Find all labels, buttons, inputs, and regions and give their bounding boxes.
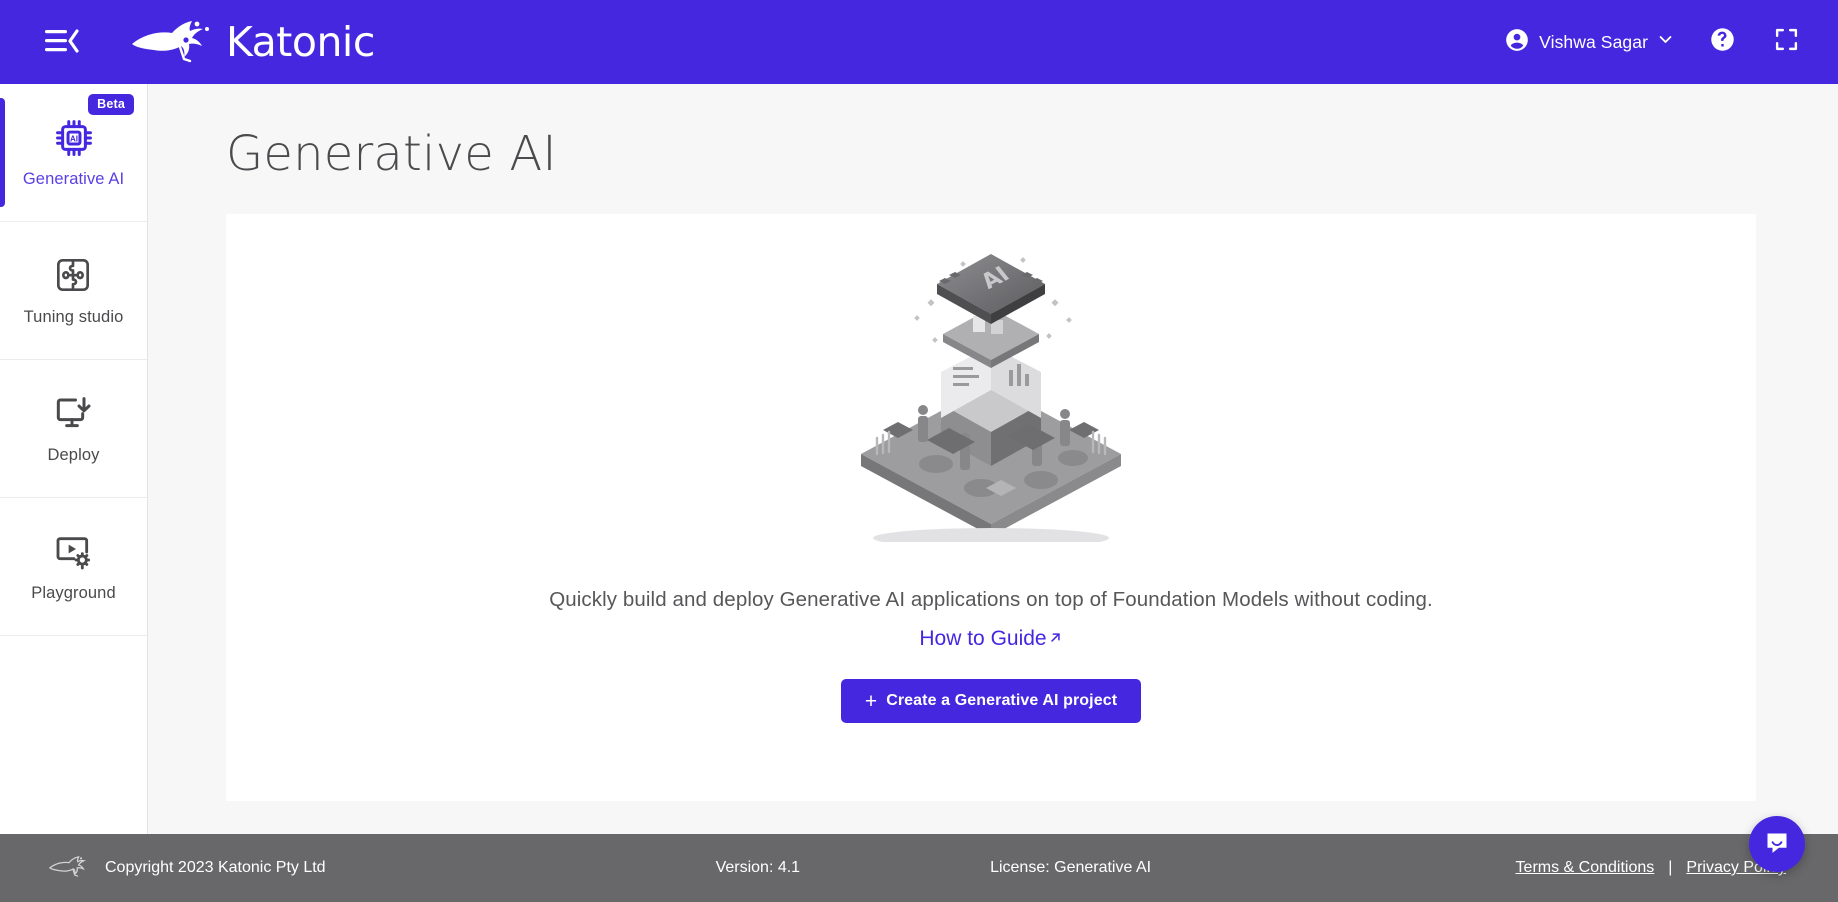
how-to-guide-link[interactable]: How to Guide: [919, 627, 1062, 651]
sidebar-item-label: Playground: [31, 583, 116, 602]
generative-ai-empty-state-card: AI Quickly build and deploy Generative A…: [226, 214, 1756, 801]
menu-collapse-icon: [45, 28, 79, 57]
chevron-down-icon: [1657, 31, 1674, 53]
fullscreen-button[interactable]: [1760, 16, 1812, 68]
app-footer: Copyright 2023 Katonic Pty Ltd Version: …: [0, 834, 1838, 902]
sidebar-item-label: Tuning studio: [23, 307, 124, 326]
isometric-ai-platform-illustration: AI: [841, 242, 1141, 548]
sidebar-item-playground[interactable]: Playground: [0, 498, 147, 636]
help-button[interactable]: [1696, 16, 1748, 68]
sidebar-item-generative-ai[interactable]: Beta AI Generative AI: [0, 84, 147, 222]
chat-launcher-button[interactable]: [1749, 816, 1805, 872]
header-actions: Vishwa Sagar: [1494, 16, 1812, 68]
footer-version: Version: 4.1: [715, 859, 801, 876]
user-name-label: Vishwa Sagar: [1539, 31, 1648, 52]
footer-copyright: Copyright 2023 Katonic Pty Ltd: [48, 854, 326, 883]
terms-and-conditions-link[interactable]: Terms & Conditions: [1516, 859, 1655, 877]
kangaroo-logo-icon: [128, 17, 220, 68]
account-circle-icon: [1504, 27, 1530, 58]
create-project-label: Create a Generative AI project: [886, 692, 1118, 709]
beta-badge: Beta: [88, 94, 134, 115]
brand-name: Katonic: [226, 18, 375, 66]
create-generative-ai-project-button[interactable]: + Create a Generative AI project: [840, 679, 1142, 723]
brand-logo[interactable]: Katonic: [128, 17, 375, 68]
page-title: Generative AI: [226, 126, 557, 182]
svg-text:AI: AI: [69, 134, 77, 143]
footer-license: License: Generative AI: [990, 859, 1152, 876]
sidebar-item-tuning-studio[interactable]: Tuning studio: [0, 222, 147, 360]
external-link-arrow-icon: [1048, 627, 1063, 651]
sidebar-item-deploy[interactable]: Deploy: [0, 360, 147, 498]
footer-link-separator: |: [1668, 859, 1673, 876]
user-menu[interactable]: Vishwa Sagar: [1494, 21, 1684, 64]
footer-links: Terms & Conditions | Privacy Policy: [1516, 859, 1786, 877]
puzzle-pieces-icon: [53, 255, 95, 297]
app-root: Katonic Vishwa Sagar Beta AI Generative …: [0, 0, 1838, 902]
tagline-text: Quickly build and deploy Generative AI a…: [549, 588, 1433, 611]
sidebar-item-label: Deploy: [47, 445, 100, 464]
chat-bubble-smile-icon: [1763, 829, 1791, 860]
main-content: Generative AI AI Quickly build and deplo…: [148, 84, 1838, 834]
app-header: Katonic Vishwa Sagar: [0, 0, 1838, 84]
ai-chip-icon: AI: [53, 117, 95, 159]
menu-collapse-button[interactable]: [40, 20, 84, 64]
help-circle-icon: [1709, 26, 1736, 58]
fullscreen-expand-icon: [1774, 27, 1799, 57]
play-screen-gear-icon: [53, 531, 95, 573]
monitor-download-icon: [53, 393, 95, 435]
body-row: Beta AI Generative AI Tuning studio Depl…: [0, 84, 1838, 834]
footer-copyright-label: Copyright 2023 Katonic Pty Ltd: [105, 859, 326, 876]
plus-icon: +: [864, 689, 878, 713]
sidebar-item-label: Generative AI: [22, 169, 125, 188]
how-to-guide-label: How to Guide: [919, 627, 1047, 650]
kangaroo-logo-icon: [48, 854, 92, 883]
sidebar: Beta AI Generative AI Tuning studio Depl…: [0, 84, 148, 834]
